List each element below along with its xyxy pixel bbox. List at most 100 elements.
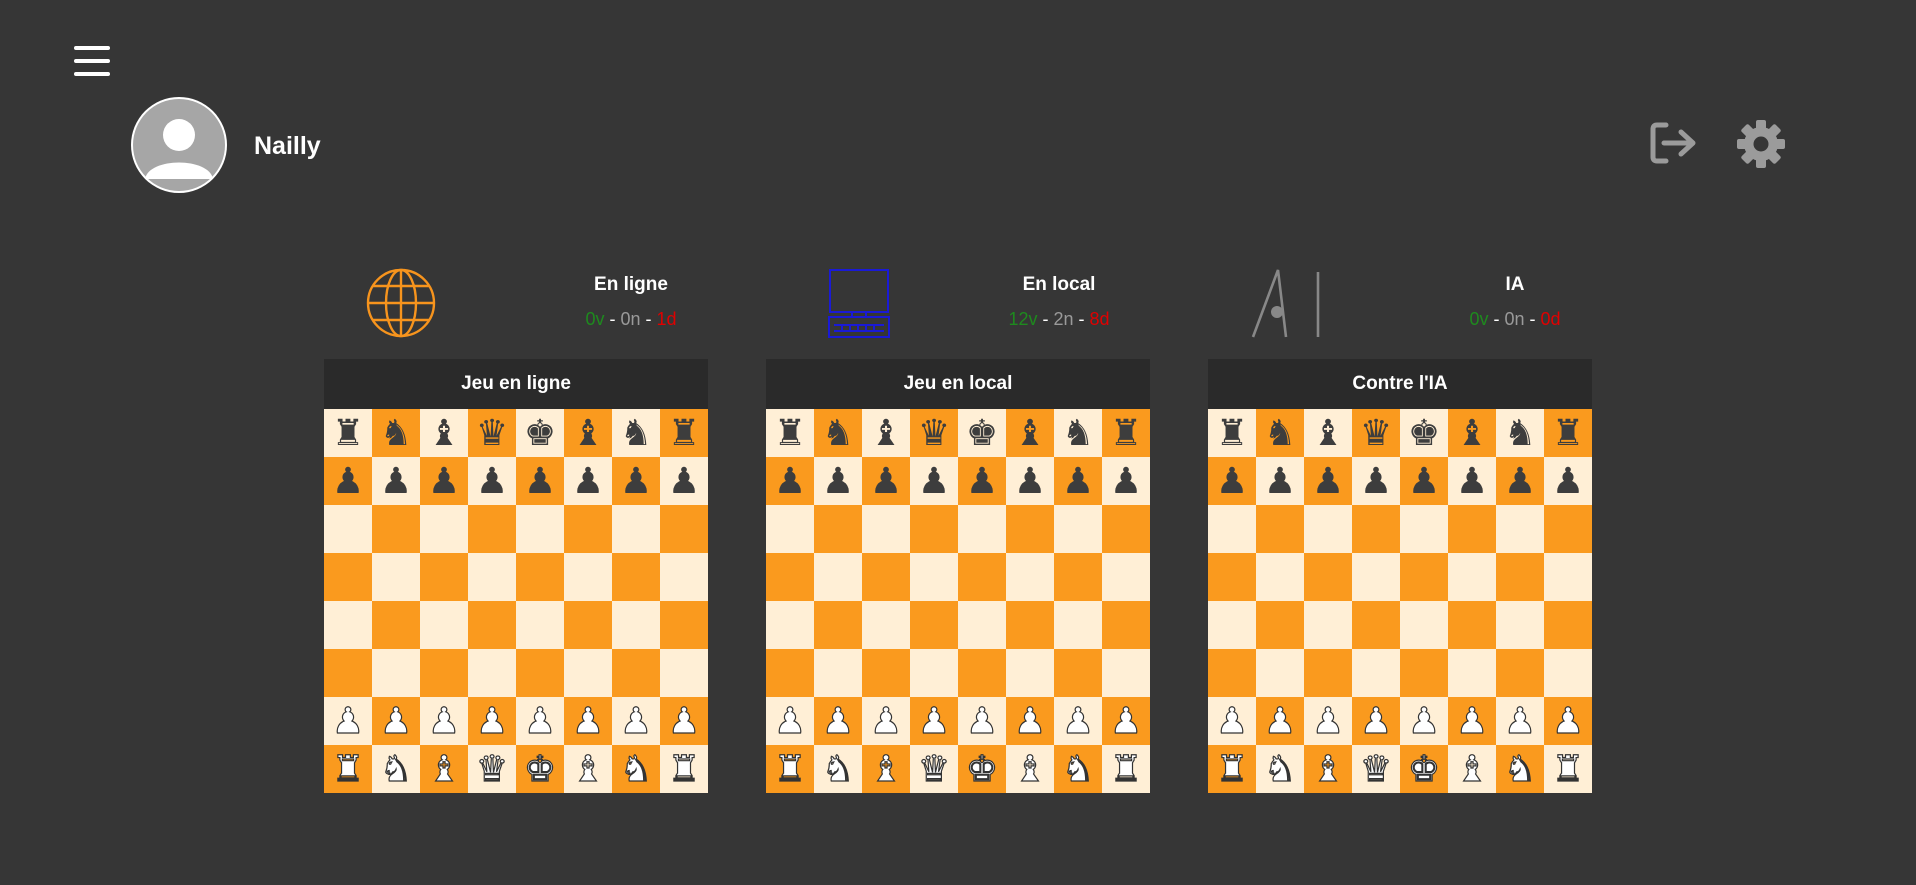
- board-square[interactable]: ♝: [420, 409, 468, 457]
- black-pawn-piece[interactable]: ♟: [1552, 463, 1584, 499]
- board-square[interactable]: ♜: [660, 745, 708, 793]
- board-square[interactable]: ♟: [862, 457, 910, 505]
- board-square[interactable]: ♟: [1256, 457, 1304, 505]
- black-pawn-piece[interactable]: ♟: [668, 463, 700, 499]
- board-square[interactable]: ♟: [468, 457, 516, 505]
- board-square[interactable]: [1256, 601, 1304, 649]
- black-pawn-piece[interactable]: ♟: [428, 463, 460, 499]
- board-square[interactable]: [372, 505, 420, 553]
- board-square[interactable]: ♟: [814, 697, 862, 745]
- board-square[interactable]: ♟: [1448, 457, 1496, 505]
- board-square[interactable]: [1544, 601, 1592, 649]
- board-square[interactable]: ♟: [1054, 457, 1102, 505]
- board-square[interactable]: ♚: [958, 409, 1006, 457]
- board-square[interactable]: [1304, 649, 1352, 697]
- board-square[interactable]: [958, 649, 1006, 697]
- board-square[interactable]: [1496, 553, 1544, 601]
- board-square[interactable]: ♟: [1304, 457, 1352, 505]
- white-pawn-piece[interactable]: ♟: [1551, 702, 1584, 739]
- chess-board[interactable]: ♜ ♞ ♝ ♛ ♚ ♝ ♞ ♜ ♟ ♟ ♟ ♟ ♟ ♟ ♟ ♟ ♟ ♟ ♟ ♟ ♟ ♟ ♟ ♟ ♜ ♞ ♝ ♛ ♚ ♝ ♞ ♜: [1208, 409, 1592, 793]
- board-square[interactable]: [1054, 553, 1102, 601]
- board-square[interactable]: ♞: [1054, 409, 1102, 457]
- white-pawn-piece[interactable]: ♟: [1407, 702, 1440, 739]
- board-square[interactable]: [1054, 649, 1102, 697]
- board-square[interactable]: ♝: [862, 409, 910, 457]
- board-square[interactable]: [468, 649, 516, 697]
- board-square[interactable]: ♞: [814, 409, 862, 457]
- white-pawn-piece[interactable]: ♟: [965, 702, 998, 739]
- board-square[interactable]: ♚: [516, 409, 564, 457]
- white-pawn-piece[interactable]: ♟: [331, 702, 364, 739]
- board-square[interactable]: [660, 601, 708, 649]
- black-pawn-piece[interactable]: ♟: [1216, 463, 1248, 499]
- board-square[interactable]: ♜: [324, 409, 372, 457]
- white-rook-piece[interactable]: ♜: [1109, 750, 1142, 787]
- board-square[interactable]: ♟: [1102, 457, 1150, 505]
- black-king-piece[interactable]: ♚: [524, 415, 556, 451]
- board-square[interactable]: ♝: [1006, 409, 1054, 457]
- board-square[interactable]: [910, 649, 958, 697]
- board-square[interactable]: [1448, 505, 1496, 553]
- board-square[interactable]: ♟: [1544, 697, 1592, 745]
- board-square[interactable]: [1102, 505, 1150, 553]
- board-square[interactable]: ♚: [1400, 409, 1448, 457]
- board-square[interactable]: [1352, 553, 1400, 601]
- board-square[interactable]: [1544, 649, 1592, 697]
- white-pawn-piece[interactable]: ♟: [523, 702, 556, 739]
- board-square[interactable]: ♛: [468, 745, 516, 793]
- board-square[interactable]: ♝: [1304, 409, 1352, 457]
- white-pawn-piece[interactable]: ♟: [773, 702, 806, 739]
- board-square[interactable]: ♜: [1102, 409, 1150, 457]
- board-square[interactable]: ♞: [1496, 409, 1544, 457]
- white-queen-piece[interactable]: ♛: [917, 750, 950, 787]
- board-square[interactable]: ♟: [324, 457, 372, 505]
- board-square[interactable]: [1102, 649, 1150, 697]
- board-square[interactable]: ♝: [1448, 409, 1496, 457]
- board-square[interactable]: [324, 553, 372, 601]
- black-queen-piece[interactable]: ♛: [1360, 415, 1392, 451]
- board-square[interactable]: ♟: [1054, 697, 1102, 745]
- board-square[interactable]: ♝: [862, 745, 910, 793]
- board-square[interactable]: ♝: [420, 745, 468, 793]
- white-bishop-piece[interactable]: ♝: [427, 750, 460, 787]
- black-pawn-piece[interactable]: ♟: [1312, 463, 1344, 499]
- board-square[interactable]: ♟: [862, 697, 910, 745]
- board-square[interactable]: ♟: [958, 457, 1006, 505]
- board-square[interactable]: ♜: [766, 745, 814, 793]
- board-square[interactable]: ♟: [612, 457, 660, 505]
- board-square[interactable]: [564, 649, 612, 697]
- board-square[interactable]: [814, 505, 862, 553]
- board-square[interactable]: [1400, 601, 1448, 649]
- board-square[interactable]: [862, 553, 910, 601]
- white-king-piece[interactable]: ♚: [1407, 750, 1440, 787]
- board-square[interactable]: ♟: [1208, 457, 1256, 505]
- black-pawn-piece[interactable]: ♟: [966, 463, 998, 499]
- board-square[interactable]: ♝: [1006, 745, 1054, 793]
- board-square[interactable]: ♜: [1544, 409, 1592, 457]
- board-square[interactable]: [1448, 649, 1496, 697]
- board-square[interactable]: [468, 601, 516, 649]
- board-square[interactable]: [1352, 601, 1400, 649]
- gear-icon[interactable]: [1736, 119, 1786, 174]
- board-square[interactable]: [1544, 553, 1592, 601]
- black-rook-piece[interactable]: ♜: [332, 415, 364, 451]
- board-square[interactable]: [612, 505, 660, 553]
- board-square[interactable]: ♟: [766, 457, 814, 505]
- board-square[interactable]: [1448, 553, 1496, 601]
- board-square[interactable]: ♟: [372, 457, 420, 505]
- white-king-piece[interactable]: ♚: [523, 750, 556, 787]
- white-bishop-piece[interactable]: ♝: [1311, 750, 1344, 787]
- white-knight-piece[interactable]: ♞: [619, 750, 652, 787]
- black-king-piece[interactable]: ♚: [966, 415, 998, 451]
- board-square[interactable]: [1304, 505, 1352, 553]
- board-square[interactable]: [1400, 649, 1448, 697]
- board-square[interactable]: ♟: [1544, 457, 1592, 505]
- board-square[interactable]: ♟: [1496, 697, 1544, 745]
- board-square[interactable]: [564, 553, 612, 601]
- black-pawn-piece[interactable]: ♟: [1456, 463, 1488, 499]
- board-square[interactable]: [372, 553, 420, 601]
- board-square[interactable]: [1006, 601, 1054, 649]
- white-bishop-piece[interactable]: ♝: [869, 750, 902, 787]
- white-pawn-piece[interactable]: ♟: [1359, 702, 1392, 739]
- board-square[interactable]: ♟: [814, 457, 862, 505]
